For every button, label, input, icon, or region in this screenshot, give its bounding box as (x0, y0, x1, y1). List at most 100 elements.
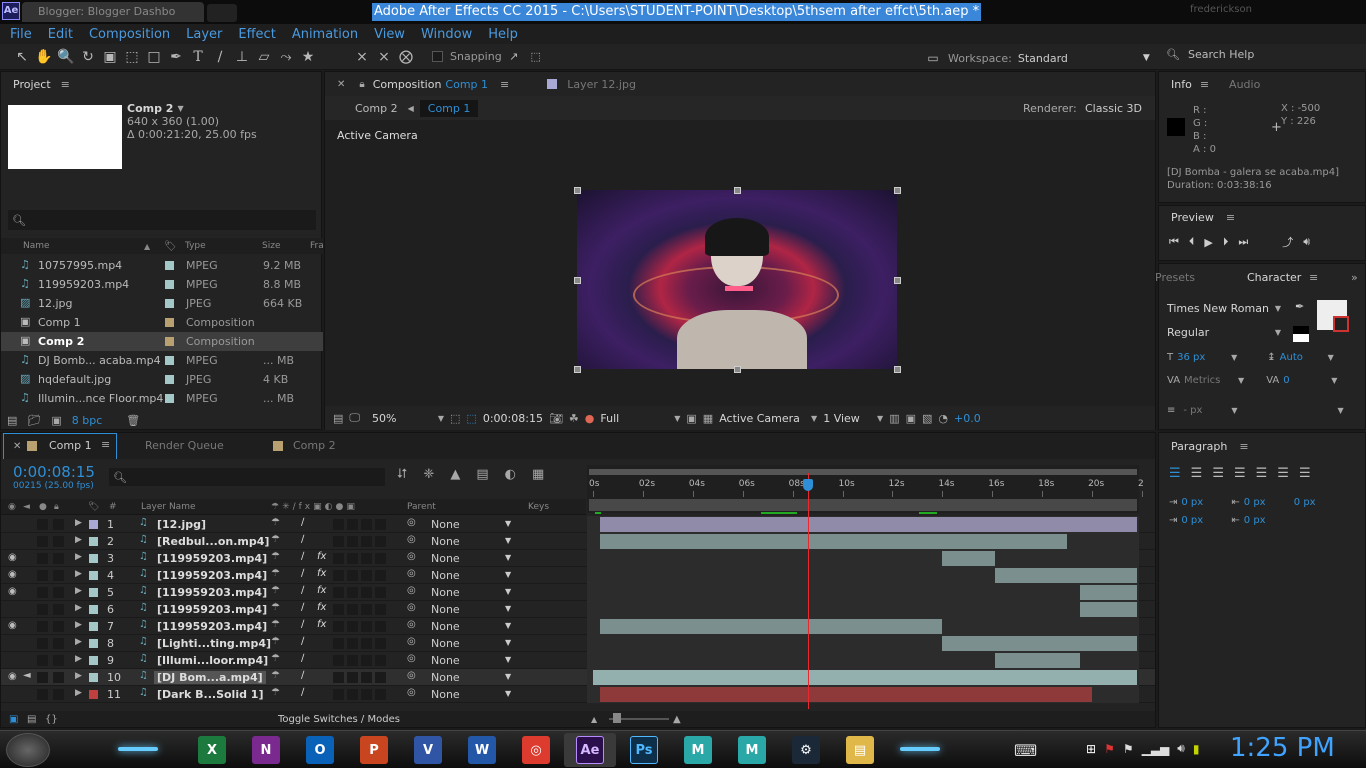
expand-arrow-icon[interactable]: ▶ (75, 671, 82, 681)
layer-duration-bar[interactable] (1079, 585, 1137, 600)
col-size-header[interactable]: Size (262, 241, 280, 251)
justify-all-icon[interactable]: ☰ (1299, 466, 1311, 481)
composition-viewer[interactable] (577, 190, 897, 369)
expand-arrow-icon[interactable]: ▶ (75, 518, 82, 528)
frame-blend-icon[interactable]: ▤ (476, 467, 488, 482)
region-icon[interactable]: ⬚ (450, 412, 460, 425)
layer-name[interactable]: [DJ Bom...a.mp4] (154, 671, 266, 684)
video-eye-icon[interactable]: ◉ (8, 586, 17, 597)
timeline-tab-render-queue[interactable]: Render Queue (145, 439, 224, 452)
stroke-type-dropdown[interactable]: ▼ (1338, 406, 1344, 415)
video-eye-icon[interactable]: ◉ (8, 552, 17, 563)
expand-arrow-icon[interactable]: ▶ (75, 688, 82, 698)
lock-toggle[interactable] (53, 536, 64, 547)
solo-toggle[interactable] (37, 587, 48, 598)
solo-toggle[interactable] (37, 604, 48, 615)
menu-effect[interactable]: Effect (230, 27, 283, 42)
layer-name[interactable]: [119959203.mp4] (157, 603, 267, 616)
flowchart-icon[interactable]: ▧ (922, 412, 932, 425)
pixel-aspect-icon[interactable]: ▥ (889, 412, 899, 425)
taskbar-app-powerpoint[interactable]: P (348, 733, 400, 767)
video-eye-icon[interactable]: ◉ (8, 569, 17, 580)
toggle-switches-modes[interactable]: Toggle Switches / Modes (278, 714, 400, 725)
taskbar-app-word[interactable]: W (456, 733, 508, 767)
project-item-label[interactable] (165, 356, 174, 365)
switch-box[interactable] (375, 638, 386, 649)
switch-box[interactable] (361, 587, 372, 598)
layer-name[interactable]: [Lighti...ting.mp4] (157, 637, 271, 650)
selection-tool-icon[interactable]: ↖ (12, 47, 32, 67)
quality-switch-icon[interactable]: ∕ (301, 653, 304, 664)
browser-tab[interactable]: Blogger: Blogger Dashbo (22, 2, 204, 22)
taskbar-app-maya[interactable]: M (672, 733, 724, 767)
delete-icon[interactable]: 🗑︎ (126, 414, 140, 427)
space-after-value[interactable]: 0 px (1244, 515, 1266, 526)
switch-box[interactable] (347, 689, 358, 700)
new-folder-icon[interactable]: 📁︎ (27, 414, 41, 427)
indent-first-value[interactable]: 0 px (1244, 497, 1290, 508)
panel-menu-icon[interactable]: ≡ (1200, 78, 1209, 91)
close-tab-icon[interactable]: ✕ (337, 79, 345, 90)
layer-row[interactable]: ▶ 2 ♫ [Redbul...on.mp4] ☂ ∕ ◎ None ▼ (1, 533, 1155, 550)
lock-toggle[interactable] (53, 672, 64, 683)
switch-box[interactable] (347, 638, 358, 649)
col-frame-header[interactable]: Fra (310, 241, 324, 251)
font-size-value[interactable]: 36 px (1177, 352, 1227, 363)
stroke-color-swatch[interactable] (1333, 316, 1349, 332)
always-preview-icon[interactable]: ▤ (333, 412, 343, 425)
solo-toggle[interactable] (37, 638, 48, 649)
indent-right-value[interactable]: 0 px (1294, 497, 1316, 508)
pickwhip-icon[interactable]: ◎ (407, 687, 416, 698)
windows-icon[interactable]: ⊞ (1086, 742, 1096, 756)
layer-label-swatch[interactable] (89, 588, 98, 597)
next-frame-icon[interactable]: ⏵︎ (1223, 235, 1229, 249)
layer-name[interactable]: [12.jpg] (157, 518, 206, 531)
parent-dropdown[interactable]: None ▼ (427, 686, 517, 702)
solo-toggle[interactable] (37, 519, 48, 530)
expand-arrow-icon[interactable]: ▶ (75, 637, 82, 647)
layer-duration-bar[interactable] (1079, 602, 1137, 617)
layer-row[interactable]: ◉ ▶ 5 ♫ [119959203.mp4] ☂ ∕ fx ◎ None ▼ (1, 584, 1155, 601)
breadcrumb-comp2[interactable]: Comp 2 (355, 102, 398, 115)
shy-switch-icon[interactable]: ☂ (271, 619, 280, 630)
switch-box[interactable] (333, 570, 344, 581)
layer-label-swatch[interactable] (89, 605, 98, 614)
switch-box[interactable] (375, 672, 386, 683)
breadcrumb-comp1[interactable]: Comp 1 (419, 99, 479, 117)
layer-row[interactable]: ◉ ◄ ▶ 10 ♫ [DJ Bom...a.mp4] ☂ ∕ ◎ None ▼ (1, 669, 1155, 686)
renderer-value[interactable]: Classic 3D (1085, 102, 1142, 115)
switch-box[interactable] (375, 536, 386, 547)
shy-icon[interactable]: ▲ (450, 467, 460, 482)
lock-toggle[interactable] (53, 655, 64, 666)
keyboard-icon[interactable]: ⌨ (1014, 741, 1037, 760)
switch-box[interactable] (333, 689, 344, 700)
shy-switch-icon[interactable]: ☂ (271, 585, 280, 596)
transform-handle[interactable] (574, 276, 581, 284)
taskbar-app-steam[interactable]: ⚙ (780, 733, 832, 767)
project-item[interactable]: ♫ 10757995.mp4 MPEG 9.2 MB (1, 256, 323, 275)
views-dropdown[interactable]: 1 View ▼ (823, 412, 883, 425)
layer-duration-bar[interactable] (600, 619, 943, 634)
puppet-tool-icon[interactable]: ★ (298, 47, 318, 67)
menu-edit[interactable]: Edit (40, 27, 81, 42)
project-item-label[interactable] (165, 337, 174, 346)
monitor-icon[interactable]: 🖵︎ (349, 411, 360, 425)
search-help-field[interactable]: 🔍︎ Search Help (1166, 48, 1254, 61)
switch-box[interactable] (361, 621, 372, 632)
tracking-value[interactable]: 0 (1283, 375, 1327, 386)
shy-switch-icon[interactable]: ☂ (271, 653, 280, 664)
character-tab[interactable]: Character (1247, 271, 1301, 284)
justify-center-icon[interactable]: ☰ (1256, 466, 1268, 481)
shy-switch-icon[interactable]: ☂ (271, 517, 280, 528)
lock-toggle[interactable] (53, 570, 64, 581)
lock-toggle[interactable] (53, 553, 64, 564)
layer-duration-bar[interactable] (942, 636, 1137, 651)
parent-dropdown[interactable]: None ▼ (427, 584, 517, 600)
col-parent-header[interactable]: Parent (407, 502, 436, 512)
taskbar-app-visio[interactable]: V (402, 733, 454, 767)
panel-menu-icon[interactable]: ≡ (1226, 211, 1235, 224)
panel-menu-icon[interactable]: ≡ (500, 78, 509, 91)
audio-tab[interactable]: Audio (1229, 78, 1260, 91)
col-type-header[interactable]: Type (185, 241, 206, 251)
comp-info-chevron-icon[interactable]: ▼ (177, 102, 183, 115)
